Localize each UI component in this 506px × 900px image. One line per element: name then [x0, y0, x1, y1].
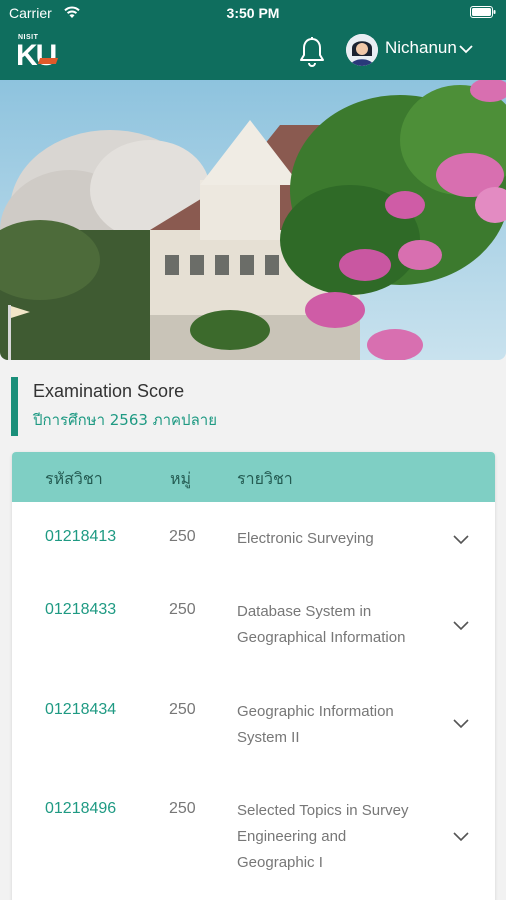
page-title: Examination Score	[33, 381, 185, 401]
chevron-down-icon[interactable]	[452, 830, 470, 842]
bell-icon[interactable]	[297, 36, 327, 68]
table-header: รหัสวิชา หมู่ รายวิชา	[12, 452, 495, 502]
course-section: 250	[169, 601, 196, 618]
section-accent-bar	[11, 377, 18, 436]
campus-banner	[0, 80, 506, 360]
battery-icon	[470, 6, 496, 18]
clock: 3:50 PM	[226, 5, 280, 21]
chevron-down-icon[interactable]	[452, 717, 470, 729]
score-screen: Carrier 3:50 PM NISIT KU Nichanun Examin…	[0, 0, 506, 900]
header-section: หมู่	[170, 469, 192, 488]
course-code: 01218434	[45, 701, 117, 718]
course-section: 250	[169, 800, 196, 817]
course-name: Database System in Geographical Informat…	[237, 603, 406, 646]
term-label: ปีการศึกษา 2563 ภาคปลาย	[33, 411, 217, 429]
score-table: รหัสวิชา หมู่ รายวิชา 01218413 250 Elect…	[12, 452, 495, 900]
table-row[interactable]: 01218413 250 Electronic Surveying	[12, 528, 495, 588]
course-code: 01218496	[45, 800, 117, 817]
chevron-down-icon[interactable]	[458, 43, 474, 55]
user-name[interactable]: Nichanun	[385, 38, 457, 58]
table-row[interactable]: 01218433 250 Database System in Geograph…	[12, 601, 495, 671]
table-row[interactable]: 01218496 250 Selected Topics in Survey E…	[12, 800, 495, 900]
app-logo: NISIT KU	[16, 34, 76, 72]
course-code: 01218433	[45, 601, 117, 618]
course-name: Geographic Information System II	[237, 703, 394, 746]
campus-photo	[0, 80, 506, 360]
course-code: 01218413	[45, 528, 117, 545]
logo-accent	[37, 58, 59, 64]
app-header: Carrier 3:50 PM NISIT KU Nichanun	[0, 0, 506, 80]
avatar[interactable]	[346, 34, 378, 66]
chevron-down-icon[interactable]	[452, 533, 470, 545]
course-section: 250	[169, 528, 196, 545]
status-bar: Carrier 3:50 PM	[0, 0, 506, 26]
course-name: Electronic Surveying	[237, 530, 374, 547]
table-row[interactable]: 01218434 250 Geographic Information Syst…	[12, 701, 495, 771]
course-name: Selected Topics in Survey Engineering an…	[237, 802, 409, 871]
chevron-down-icon[interactable]	[452, 619, 470, 631]
header-course-code: รหัสวิชา	[45, 469, 103, 488]
course-section: 250	[169, 701, 196, 718]
logo-wordmark: KU	[16, 39, 57, 72]
header-course-name: รายวิชา	[237, 469, 293, 488]
avatar-image	[346, 34, 378, 66]
